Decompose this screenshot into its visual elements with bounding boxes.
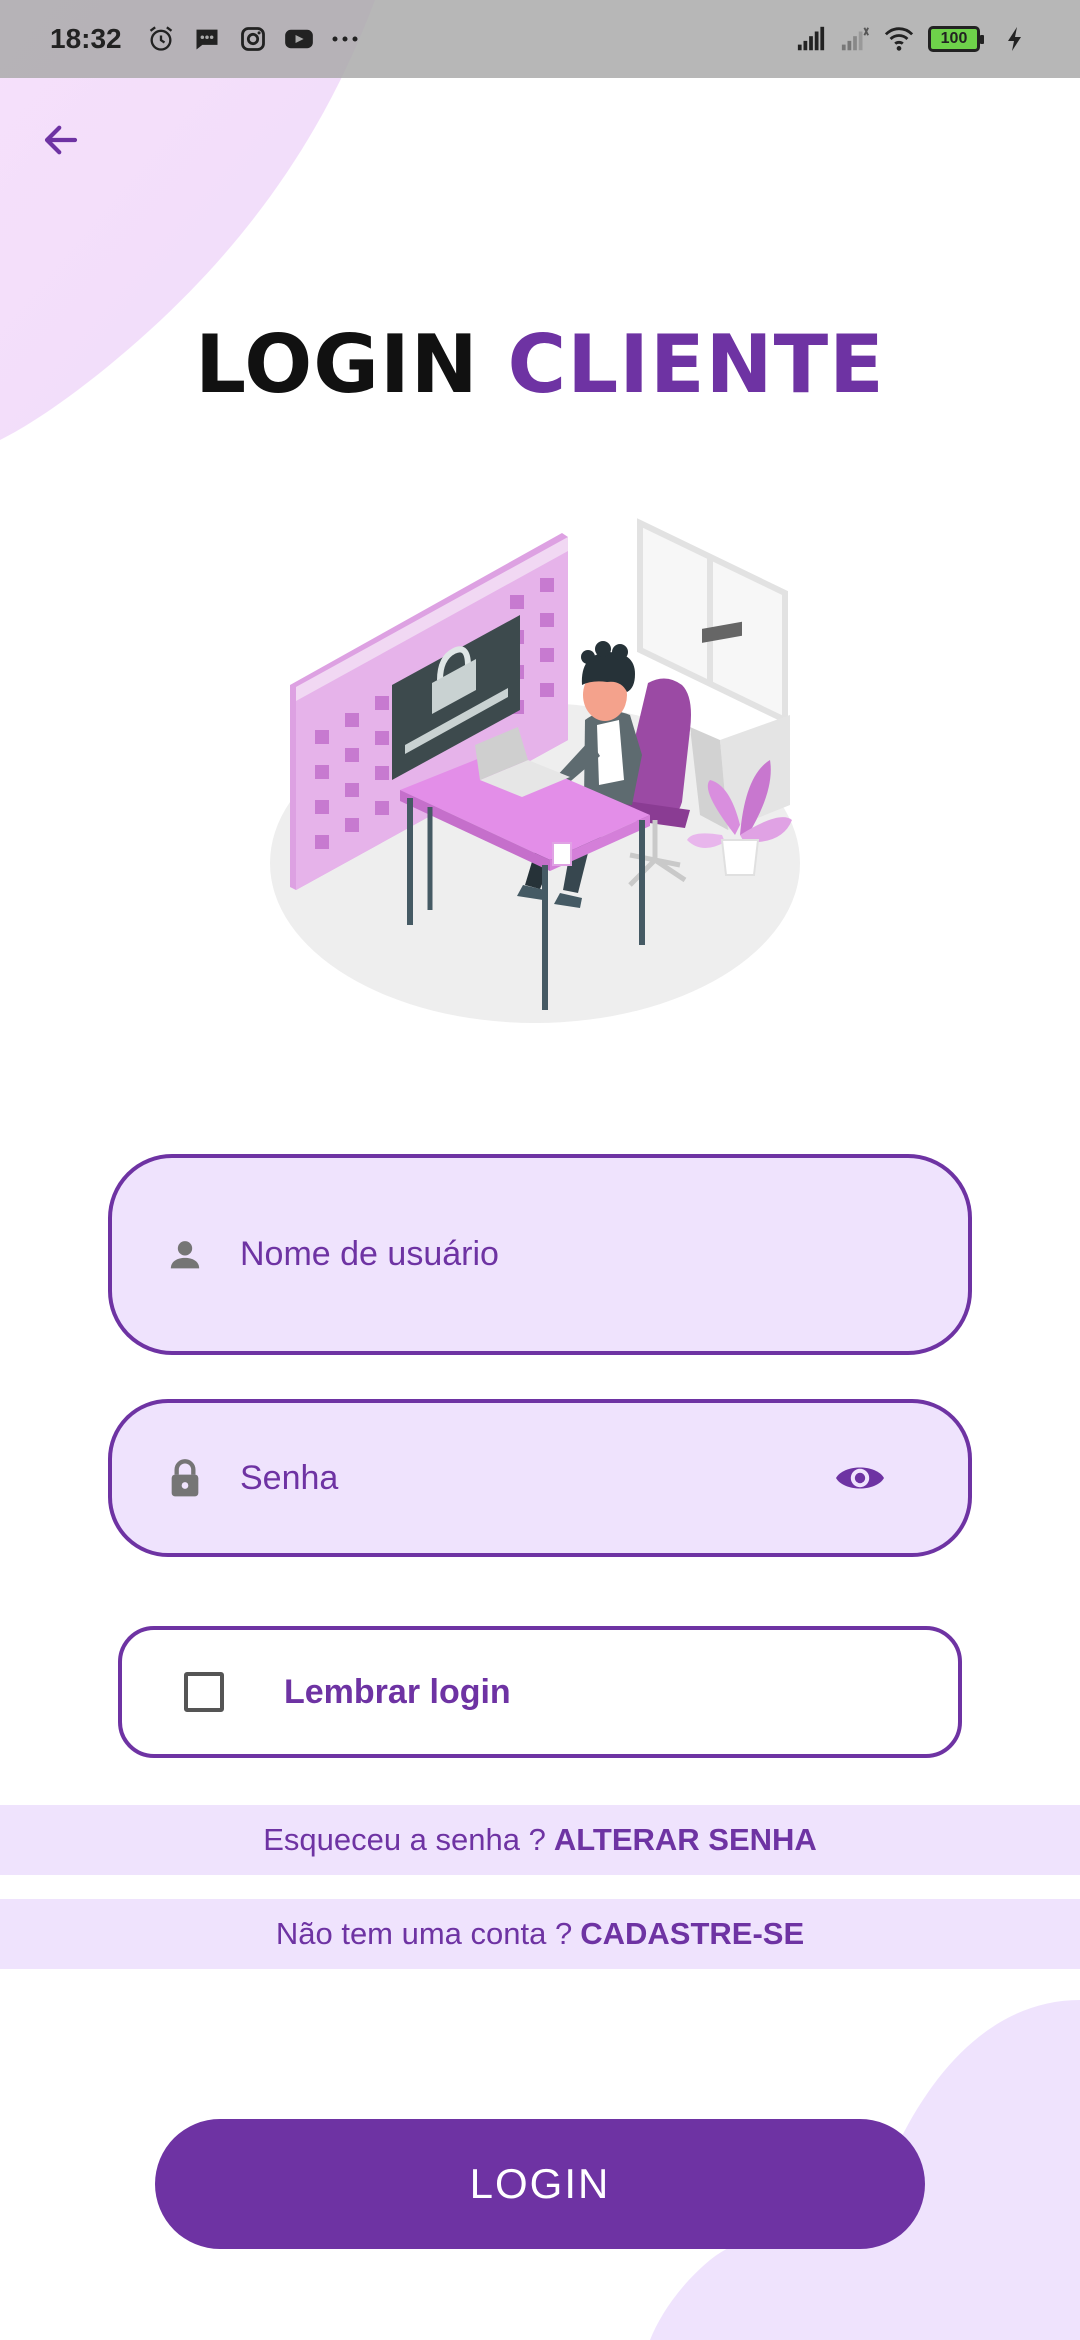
lock-icon <box>162 1455 208 1501</box>
status-time: 18:32 <box>50 23 122 54</box>
eye-icon[interactable] <box>832 1450 888 1506</box>
back-button[interactable] <box>36 115 86 165</box>
remember-checkbox[interactable] <box>184 1672 224 1712</box>
username-field[interactable]: Nome de usuário <box>108 1154 972 1355</box>
title-cliente: CLIENTE <box>507 318 885 411</box>
forgot-password-row: Esqueceu a senha ? ALTERAR SENHA <box>0 1805 1080 1875</box>
battery-icon: 100 <box>928 26 984 52</box>
youtube-icon <box>284 24 314 54</box>
arrow-left-icon <box>44 125 78 155</box>
wifi-icon <box>884 24 914 54</box>
battery-level: 100 <box>940 30 968 47</box>
password-placeholder: Senha <box>240 1458 339 1497</box>
remember-login-row[interactable]: Lembrar login <box>118 1626 962 1758</box>
page-title: LOGIN CLIENTE <box>0 318 1080 411</box>
change-password-link[interactable]: ALTERAR SENHA <box>554 1822 817 1858</box>
more-icon <box>330 24 360 54</box>
login-illustration <box>270 518 800 1023</box>
signup-link[interactable]: CADASTRE-SE <box>580 1916 804 1952</box>
password-field[interactable]: Senha <box>108 1399 972 1557</box>
forgot-question: Esqueceu a senha ? <box>263 1822 546 1857</box>
login-button[interactable]: LOGIN <box>155 2119 925 2249</box>
signal-2-icon <box>840 24 870 54</box>
remember-label: Lembrar login <box>284 1672 511 1711</box>
status-bar: 18:32 100 <box>0 0 1080 78</box>
message-icon <box>192 24 222 54</box>
charging-icon <box>1000 24 1030 54</box>
person-icon <box>162 1232 208 1278</box>
instagram-icon <box>238 24 268 54</box>
signup-row: Não tem uma conta ? CADASTRE-SE <box>0 1899 1080 1969</box>
signal-icon <box>796 24 826 54</box>
signup-question: Não tem uma conta ? <box>275 1916 573 1951</box>
username-placeholder: Nome de usuário <box>240 1235 499 1273</box>
alarm-icon <box>146 24 176 54</box>
title-login: LOGIN <box>195 318 479 411</box>
